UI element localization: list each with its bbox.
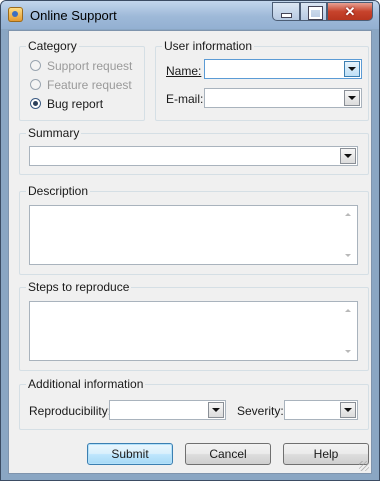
- scroll-up-icon[interactable]: [345, 213, 351, 216]
- title-bar[interactable]: Online Support ✕: [1, 1, 379, 29]
- summary-group: Summary: [19, 126, 369, 175]
- steps-legend: Steps to reproduce: [26, 280, 132, 294]
- severity-combobox[interactable]: [284, 400, 358, 420]
- summary-combobox[interactable]: [29, 146, 358, 166]
- maximize-icon: [308, 6, 323, 20]
- close-button[interactable]: ✕: [327, 2, 373, 21]
- user-info-legend: User information: [162, 39, 255, 53]
- scroll-down-icon[interactable]: [345, 350, 351, 353]
- radio-circle[interactable]: [30, 79, 41, 90]
- support-app-icon[interactable]: [8, 7, 23, 22]
- reproducibility-combobox[interactable]: [109, 400, 226, 420]
- severity-label: Severity:: [237, 404, 284, 418]
- user-info-group: User information Name: E-mail:: [155, 39, 369, 121]
- submit-button[interactable]: Submit: [87, 443, 173, 465]
- additional-legend: Additional information: [26, 377, 146, 391]
- chevron-down-icon[interactable]: [344, 61, 360, 77]
- steps-scrollbar[interactable]: [341, 303, 356, 359]
- help-button[interactable]: Help: [283, 443, 369, 465]
- resize-grip[interactable]: [359, 461, 369, 471]
- scroll-down-icon[interactable]: [345, 254, 351, 257]
- window-title: Online Support: [30, 8, 117, 23]
- category-legend: Category: [26, 39, 79, 53]
- dialog-body: Category Support request Feature request…: [8, 30, 372, 474]
- maximize-button[interactable]: [300, 2, 327, 21]
- category-group: Category Support request Feature request…: [19, 39, 145, 121]
- chevron-down-icon[interactable]: [340, 402, 356, 418]
- summary-legend: Summary: [26, 126, 82, 140]
- name-combobox[interactable]: [204, 59, 362, 79]
- scroll-up-icon[interactable]: [345, 309, 351, 312]
- online-support-window: Online Support ✕ Category Support reques…: [0, 0, 380, 481]
- chevron-down-icon[interactable]: [344, 90, 360, 106]
- radio-label: Support request: [47, 59, 133, 73]
- radio-circle-selected[interactable]: [30, 98, 41, 109]
- radio-circle[interactable]: [30, 60, 41, 71]
- reproducibility-label: Reproducibility:: [29, 404, 112, 418]
- minimize-icon: [282, 14, 291, 17]
- description-textarea[interactable]: [29, 205, 358, 265]
- radio-label: Feature request: [47, 78, 132, 92]
- close-icon: ✕: [344, 4, 356, 19]
- cancel-button[interactable]: Cancel: [185, 443, 271, 465]
- chevron-down-icon[interactable]: [208, 402, 224, 418]
- minimize-button[interactable]: [272, 2, 300, 21]
- chevron-down-icon[interactable]: [340, 148, 356, 164]
- radio-label: Bug report: [47, 97, 104, 111]
- name-label: Name:: [166, 64, 202, 78]
- steps-textarea[interactable]: [29, 301, 358, 361]
- description-legend: Description: [26, 184, 91, 198]
- steps-group: Steps to reproduce: [19, 280, 369, 371]
- email-combobox[interactable]: [204, 88, 362, 108]
- email-label: E-mail:: [166, 92, 204, 106]
- additional-info-group: Additional information Reproducibility: …: [19, 377, 369, 430]
- description-scrollbar[interactable]: [341, 207, 356, 263]
- description-group: Description: [19, 184, 369, 275]
